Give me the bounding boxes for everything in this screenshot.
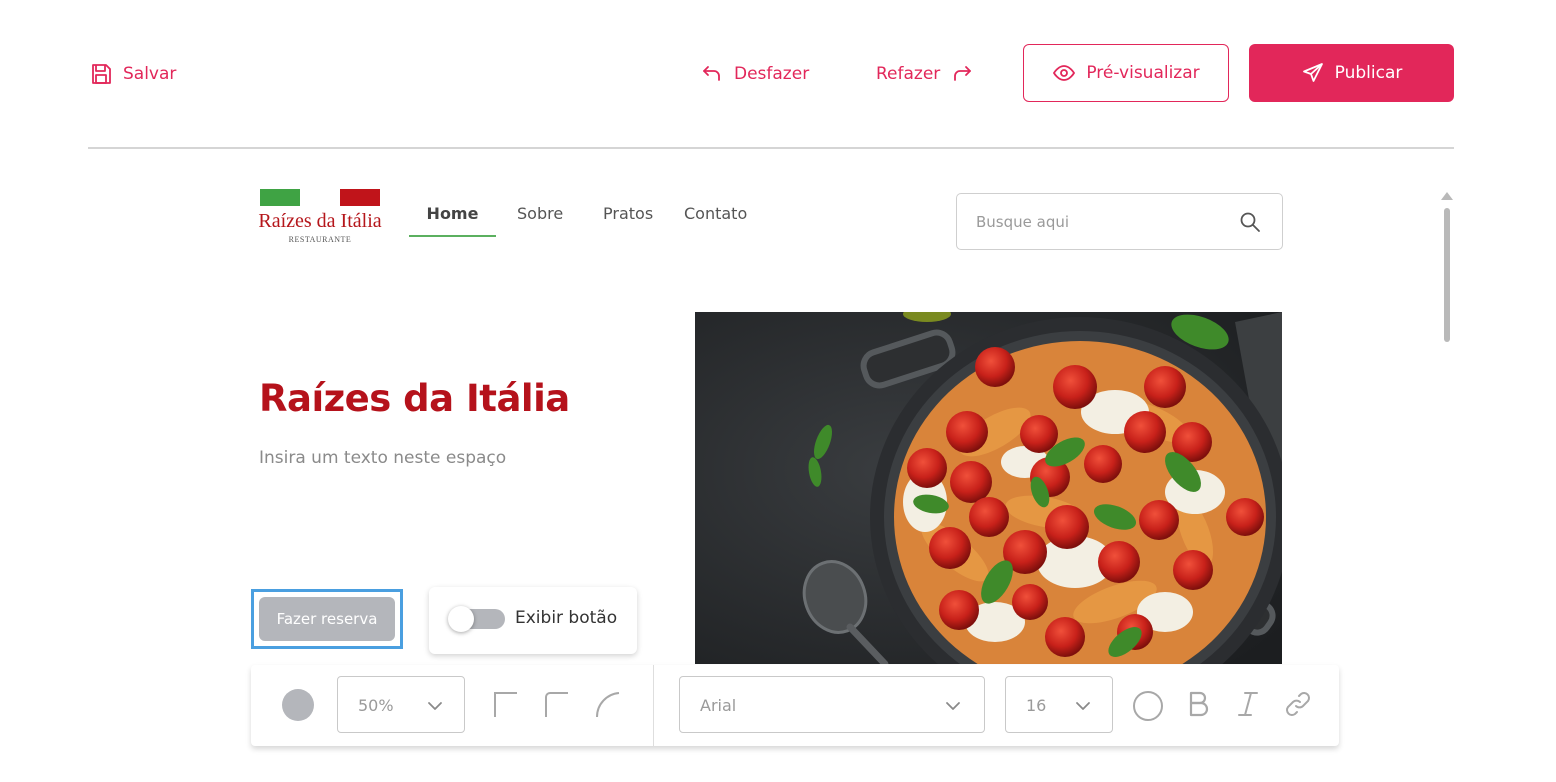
font-family-select[interactable]: Arial <box>679 676 985 733</box>
site-logo[interactable]: Raízes da Itália RESTAURANTE <box>258 188 382 248</box>
nav-item-sobre[interactable]: Sobre <box>517 204 563 235</box>
show-button-toggle[interactable] <box>448 606 505 632</box>
editor-toolbar: Salvar Desfazer Refazer Pré-visualizar P… <box>0 0 1556 149</box>
undo-label: Desfazer <box>734 64 810 84</box>
hero-image[interactable] <box>695 312 1282 664</box>
publish-button[interactable]: Publicar <box>1249 44 1454 102</box>
hero-text[interactable]: Insira um texto neste espaço <box>259 448 506 468</box>
italic-icon[interactable] <box>1233 689 1263 723</box>
text-color-icon[interactable] <box>1131 689 1165 727</box>
font-size-select[interactable]: 16 <box>1005 676 1113 733</box>
chevron-down-icon <box>426 698 444 717</box>
opacity-value: 50% <box>358 696 394 715</box>
chevron-down-icon <box>944 698 962 717</box>
opacity-select[interactable]: 50% <box>337 676 465 733</box>
logo-flag-red <box>340 189 380 206</box>
round-corner-icon[interactable] <box>593 689 623 723</box>
font-size-value: 16 <box>1026 696 1047 715</box>
nav-item-home[interactable]: Home <box>409 204 496 237</box>
undo-icon <box>700 62 724 86</box>
preview-scrollbar[interactable] <box>1440 192 1454 352</box>
toolbar-divider <box>88 147 1454 149</box>
scroll-thumb[interactable] <box>1444 208 1450 342</box>
toggle-label: Exibir botão <box>515 608 618 628</box>
search-box <box>956 193 1283 250</box>
toolbar-separator <box>653 665 654 746</box>
redo-label: Refazer <box>876 64 941 84</box>
hero-title[interactable]: Raízes da Itália <box>259 377 570 420</box>
square-corner-icon[interactable] <box>491 689 521 723</box>
rounded-corner-icon[interactable] <box>542 689 572 723</box>
logo-name: Raízes da Itália <box>258 210 382 232</box>
bold-icon[interactable] <box>1183 689 1213 723</box>
eye-icon <box>1052 61 1076 85</box>
reserve-button[interactable]: Fazer reserva <box>259 597 395 641</box>
nav-item-pratos[interactable]: Pratos <box>603 204 653 235</box>
nav-item-contato[interactable]: Contato <box>684 204 747 235</box>
toggle-knob <box>448 606 474 632</box>
send-icon <box>1301 61 1325 85</box>
logo-flag-green <box>260 189 300 206</box>
preview-label: Pré-visualizar <box>1086 63 1200 83</box>
selected-element-outline: Fazer reserva <box>251 589 403 649</box>
search-input[interactable] <box>976 209 1226 235</box>
save-button[interactable]: Salvar <box>89 60 176 88</box>
preview-button[interactable]: Pré-visualizar <box>1023 44 1229 102</box>
link-icon[interactable] <box>1283 689 1313 723</box>
format-toolbar: 50% Arial 16 <box>251 665 1339 746</box>
chevron-down-icon <box>1074 698 1092 717</box>
save-label: Salvar <box>123 64 177 84</box>
fill-color-swatch[interactable] <box>282 689 314 721</box>
save-icon <box>89 62 113 86</box>
search-icon[interactable] <box>1239 211 1261 237</box>
logo-subtitle: RESTAURANTE <box>288 235 352 244</box>
toggle-card: Exibir botão <box>429 587 637 654</box>
publish-label: Publicar <box>1334 63 1403 83</box>
scroll-up-arrow[interactable] <box>1441 192 1453 200</box>
undo-button[interactable]: Desfazer <box>700 60 809 88</box>
redo-icon <box>950 62 974 86</box>
redo-button[interactable]: Refazer <box>876 60 974 88</box>
font-family-value: Arial <box>700 696 737 715</box>
